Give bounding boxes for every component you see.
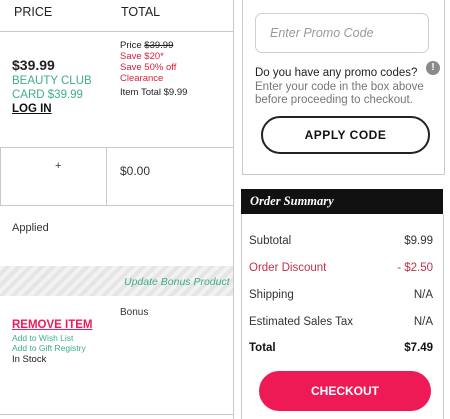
promo-panel-left-border [242, 0, 243, 174]
checkout-button[interactable]: CHECKOUT [259, 371, 431, 411]
column-divider [233, 0, 234, 419]
total-column-header: TOTAL [121, 5, 161, 19]
sale-price: $39.99 [12, 57, 55, 73]
row-total: $0.00 [120, 164, 151, 178]
subtotal-label: Subtotal [249, 235, 292, 247]
promo-code-input[interactable] [255, 13, 429, 53]
stock-status: In Stock [12, 354, 47, 365]
column-divider [106, 147, 107, 205]
apply-code-button[interactable]: APPLY CODE [261, 116, 430, 154]
summary-right-border [443, 214, 444, 419]
sales-tax-value: N/A [413, 316, 433, 328]
update-bonus-product-link[interactable]: Update Bonus Product [124, 276, 230, 288]
save-percent: Save 50% off [120, 62, 177, 73]
divider [0, 31, 233, 32]
quantity-plus-button[interactable]: + [55, 160, 61, 172]
beauty-club-label: BEAUTY CLUB [12, 75, 92, 87]
original-price-line: Price $39.99 [120, 40, 187, 51]
subtotal-value: $9.99 [404, 235, 433, 247]
promo-help-line: before proceeding to checkout. [255, 94, 413, 106]
promo-help-line: Enter your code in the box above [255, 81, 424, 93]
order-discount-label: Order Discount [249, 262, 327, 274]
save-amount: Save $20* [120, 51, 164, 62]
divider [0, 147, 233, 148]
shipping-value: N/A [413, 289, 433, 301]
left-edge-divider [0, 147, 1, 205]
divider [0, 414, 233, 415]
promo-question: Do you have any promo codes? [255, 67, 418, 79]
price-column-header: PRICE [14, 5, 53, 19]
bonus-label: Bonus [120, 307, 149, 318]
add-to-gift-registry-link[interactable]: Add to Gift Registry [12, 343, 86, 353]
promo-panel-right-border [444, 0, 445, 174]
sales-tax-label: Estimated Sales Tax [249, 316, 353, 328]
total-value: $7.49 [404, 342, 433, 354]
applied-label: Applied [12, 222, 49, 234]
beauty-club-card-price: CARD $39.99 [12, 89, 83, 101]
order-summary-title: Order Summary [241, 189, 443, 214]
add-to-wish-list-link[interactable]: Add to Wish List [12, 333, 73, 343]
remove-item-link[interactable]: REMOVE ITEM [12, 319, 93, 331]
shipping-label: Shipping [249, 289, 294, 301]
divider [0, 205, 233, 206]
info-icon[interactable]: ! [426, 61, 440, 75]
item-price-details: Price $39.99 Save $20* Save 50% off Clea… [120, 40, 187, 98]
item-total: Item Total $9.99 [120, 87, 188, 98]
order-discount-value: - $2.50 [397, 262, 433, 274]
login-link[interactable]: LOG IN [12, 103, 52, 115]
total-label: Total [249, 342, 276, 354]
original-price: $39.99 [144, 40, 174, 51]
clearance-label: Clearance [120, 73, 164, 84]
promo-help-text: Enter your code in the box above before … [255, 81, 424, 107]
promo-panel-bottom-border [242, 174, 445, 175]
original-price-label: Price [120, 40, 142, 51]
summary-left-border [241, 214, 242, 419]
